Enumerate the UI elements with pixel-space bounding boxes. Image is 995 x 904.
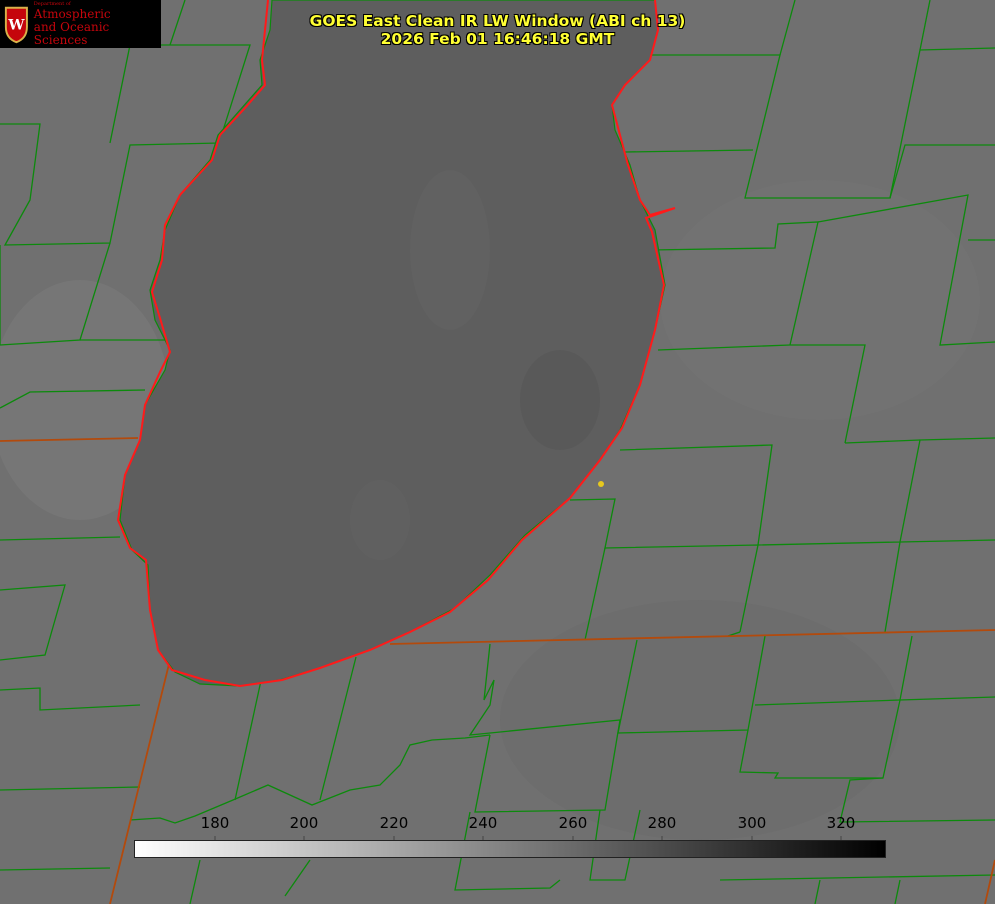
colorbar-labels: 180 200 220 240 260 280 300 320 [0, 814, 995, 836]
colorbar-tick-label: 200 [289, 814, 319, 832]
location-marker [598, 481, 604, 487]
map-title: GOES East Clean IR LW Window (ABI ch 13)… [200, 12, 795, 48]
logo-dept: Department of [33, 0, 71, 7]
uw-aos-logo: W Department of Atmospheric and Oceanic … [0, 0, 161, 48]
colorbar-tick-label: 180 [200, 814, 230, 832]
lake-shading [520, 350, 600, 450]
colorbar-tick-label: 240 [468, 814, 498, 832]
colorbar-tick-label: 300 [737, 814, 767, 832]
colorbar-tick-label: 280 [647, 814, 677, 832]
lake-shading [350, 480, 410, 560]
cloud-texture [660, 180, 980, 420]
colorbar-tick-label: 260 [558, 814, 588, 832]
uw-crest-icon: W [4, 6, 28, 44]
svg-text:W: W [7, 18, 25, 34]
colorbar-tick-label: 320 [826, 814, 856, 832]
colorbar [134, 840, 886, 858]
colorbar-tick-label: 220 [379, 814, 409, 832]
satellite-map [0, 0, 995, 904]
logo-line-1: Atmospheric [33, 6, 111, 21]
lake-shading [410, 170, 490, 330]
logo-line-2: and Oceanic Sciences [33, 19, 110, 47]
title-line-2: 2026 Feb 01 16:46:18 GMT [380, 30, 615, 48]
title-line-1: GOES East Clean IR LW Window (ABI ch 13) [309, 12, 686, 30]
